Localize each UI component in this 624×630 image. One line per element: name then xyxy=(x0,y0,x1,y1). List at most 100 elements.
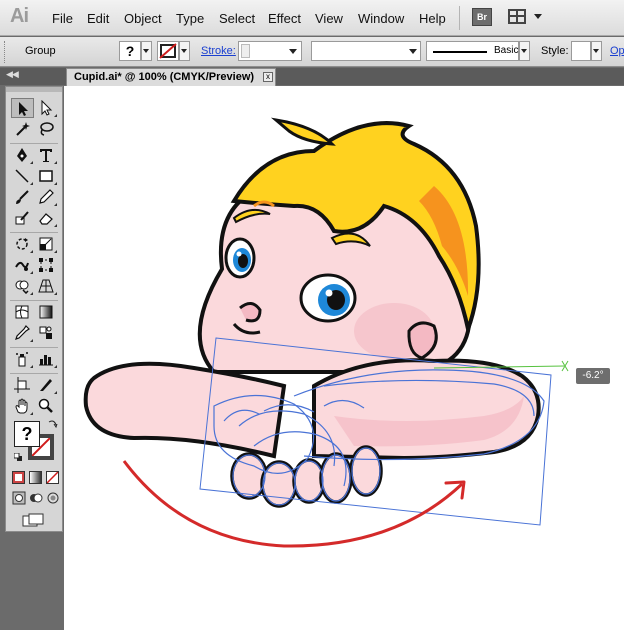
tool-flyout-indicator xyxy=(54,365,57,368)
warp-tool[interactable] xyxy=(11,255,34,275)
fill-color-box[interactable]: ? xyxy=(14,421,40,447)
menu-window[interactable]: Window xyxy=(358,11,404,26)
gradient-tool[interactable] xyxy=(35,302,58,322)
opacity-link[interactable]: Op xyxy=(610,45,624,57)
screen-mode-icon[interactable] xyxy=(22,513,46,527)
stroke-weight-field[interactable] xyxy=(238,41,302,61)
line-segment-tool[interactable] xyxy=(11,166,34,186)
pencil-tool[interactable] xyxy=(35,187,58,207)
blob-brush-tool[interactable] xyxy=(11,208,34,228)
rotate-tool-icon xyxy=(16,238,28,250)
tools-panel: ? xyxy=(5,86,63,532)
menu-effect[interactable]: Effect xyxy=(268,11,301,26)
selection-type-label: Group xyxy=(25,45,56,57)
tools-panel-header[interactable] xyxy=(6,87,62,92)
fill-stroke-control: ? xyxy=(12,417,60,467)
collapse-panel-icon[interactable]: ◀◀ xyxy=(6,69,19,80)
color-mode-button[interactable] xyxy=(12,471,25,484)
pencil-tool-icon xyxy=(39,189,54,204)
slice-tool[interactable] xyxy=(35,375,58,395)
variable-width-profile[interactable] xyxy=(311,41,421,61)
perspective-grid-tool[interactable] xyxy=(35,276,58,296)
eyedropper-tool-icon xyxy=(15,325,30,340)
pen-tool[interactable] xyxy=(11,145,34,165)
tool-divider xyxy=(10,347,58,348)
mesh-tool[interactable] xyxy=(11,302,34,322)
rectangle-tool[interactable] xyxy=(35,166,58,186)
close-icon[interactable]: x xyxy=(263,72,273,82)
stroke-panel-link[interactable]: Stroke: xyxy=(201,45,236,57)
menu-object[interactable]: Object xyxy=(124,11,162,26)
rotate-tool[interactable] xyxy=(11,234,34,254)
column-graph-tool[interactable] xyxy=(35,349,58,369)
tool-divider xyxy=(10,143,58,144)
menu-select[interactable]: Select xyxy=(219,11,255,26)
chevron-down-icon xyxy=(409,49,417,54)
direct-selection-tool[interactable] xyxy=(35,98,58,118)
tool-flyout-indicator xyxy=(54,292,57,295)
selection-tool-icon xyxy=(19,102,28,116)
zoom-tool[interactable] xyxy=(35,396,58,416)
perspective-grid-tool-icon xyxy=(38,279,54,293)
chevron-down-icon xyxy=(143,49,149,53)
chevron-down-icon xyxy=(534,14,542,19)
eyedropper-tool[interactable] xyxy=(11,323,34,343)
tool-flyout-indicator xyxy=(54,182,57,185)
lasso-tool-icon xyxy=(40,122,54,136)
free-transform-tool[interactable] xyxy=(35,255,58,275)
draw-behind-icon[interactable] xyxy=(29,491,43,505)
lasso-tool[interactable] xyxy=(35,119,58,139)
gradient-tool-icon xyxy=(39,305,53,319)
blend-tool[interactable] xyxy=(35,323,58,343)
stroke-swatch[interactable] xyxy=(157,41,179,61)
swap-fill-stroke-icon[interactable] xyxy=(48,419,58,429)
column-graph-tool-icon xyxy=(39,355,53,366)
chevron-down-icon xyxy=(289,49,297,54)
bridge-button[interactable]: Br xyxy=(472,8,492,26)
cupid-artwork[interactable] xyxy=(64,86,624,630)
default-fill-stroke-icon[interactable] xyxy=(14,453,22,461)
stroke-dropdown[interactable] xyxy=(179,41,190,61)
menu-type[interactable]: Type xyxy=(176,11,204,26)
menu-help[interactable]: Help xyxy=(419,11,446,26)
stroke-weight-stepper[interactable] xyxy=(241,44,250,58)
rectangle-tool-icon xyxy=(39,170,53,182)
selection-tool[interactable] xyxy=(11,98,34,118)
tool-flyout-indicator xyxy=(30,161,33,164)
artboard-canvas[interactable]: -6.2° xyxy=(64,86,624,630)
draw-normal-icon[interactable] xyxy=(12,491,26,505)
paintbrush-tool[interactable] xyxy=(11,187,34,207)
symbol-sprayer-tool[interactable] xyxy=(11,349,34,369)
style-dropdown[interactable] xyxy=(591,41,602,61)
brush-definition[interactable]: Basic xyxy=(426,41,519,61)
layout-grid-icon xyxy=(508,9,526,24)
menu-file[interactable]: File xyxy=(52,11,73,26)
mesh-tool-icon xyxy=(15,305,29,319)
shape-builder-tool[interactable] xyxy=(11,276,34,296)
chevron-down-icon xyxy=(593,49,599,53)
draw-inside-icon[interactable] xyxy=(46,491,60,505)
scale-tool[interactable] xyxy=(35,234,58,254)
document-tab[interactable]: Cupid.ai* @ 100% (CMYK/Preview) x xyxy=(66,68,276,86)
brush-dropdown[interactable] xyxy=(519,41,530,61)
artboard-tool[interactable] xyxy=(11,375,34,395)
menu-view[interactable]: View xyxy=(315,11,343,26)
type-tool[interactable] xyxy=(35,145,58,165)
left-arm xyxy=(83,361,287,459)
fill-dropdown[interactable] xyxy=(141,41,152,61)
gradient-mode-button[interactable] xyxy=(29,471,42,484)
eraser-tool[interactable] xyxy=(35,208,58,228)
arrange-documents-button[interactable] xyxy=(508,9,542,25)
zoom-tool-icon xyxy=(38,398,53,413)
none-mode-button[interactable] xyxy=(46,471,59,484)
symbol-sprayer-tool-icon xyxy=(16,352,28,367)
graphic-style-swatch[interactable] xyxy=(571,41,591,61)
line-segment-tool-icon xyxy=(15,169,29,183)
magic-wand-tool[interactable] xyxy=(11,119,34,139)
hand-tool[interactable] xyxy=(11,396,34,416)
rotation-angle-readout: -6.2° xyxy=(576,368,610,384)
stroke-none-icon xyxy=(159,43,177,59)
menu-edit[interactable]: Edit xyxy=(87,11,109,26)
fill-swatch[interactable]: ? xyxy=(119,41,141,61)
panel-grip[interactable] xyxy=(4,41,7,63)
